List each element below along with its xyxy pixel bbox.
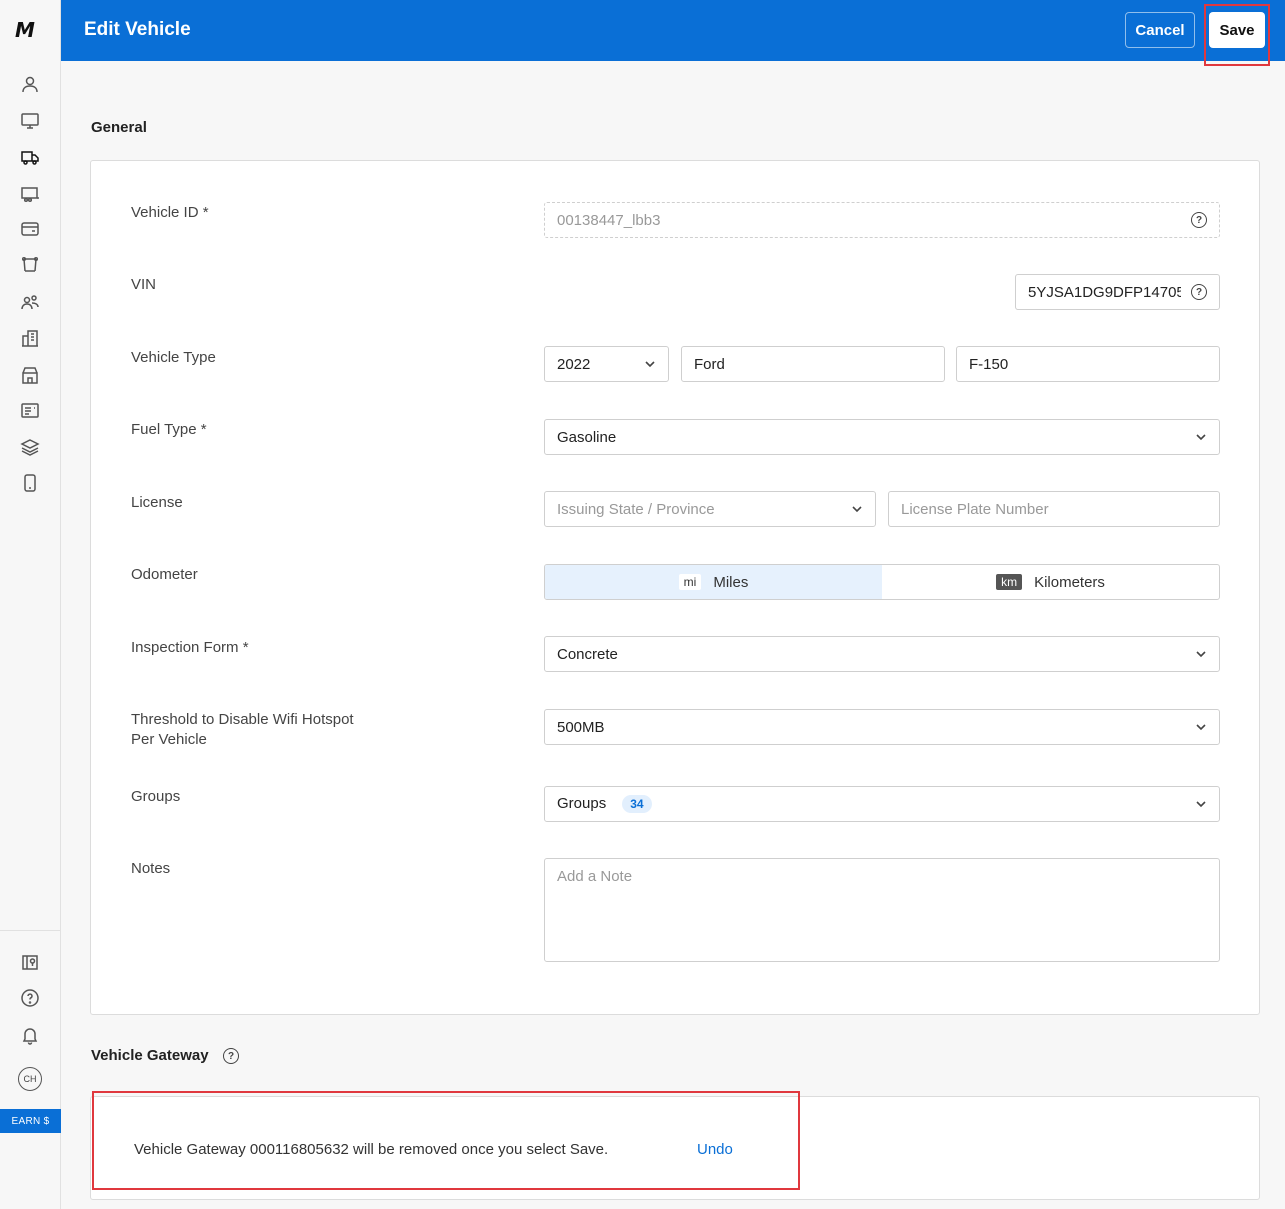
vehicle-type-label: Vehicle Type bbox=[131, 349, 216, 366]
wifi-threshold-value: 500MB bbox=[557, 718, 605, 736]
vehicle-year-select[interactable]: 2022 bbox=[544, 346, 669, 382]
vehicle-model-field[interactable]: F-150 bbox=[956, 346, 1220, 382]
groups-label: Groups bbox=[131, 788, 181, 805]
miles-option[interactable]: mi Miles bbox=[545, 565, 882, 599]
vehicle-make-value: Ford bbox=[694, 355, 725, 373]
inventory-icon[interactable] bbox=[18, 398, 42, 422]
gateway-help-icon[interactable]: ? bbox=[223, 1048, 239, 1064]
groups-select[interactable]: Groups 34 bbox=[544, 786, 1220, 822]
general-card: Vehicle ID * 00138447_lbb3 ? VIN 5YJSA1D… bbox=[90, 160, 1260, 1015]
avatar[interactable]: CH bbox=[18, 1067, 42, 1091]
app-logo[interactable]: M bbox=[15, 18, 35, 42]
layers-icon[interactable] bbox=[18, 435, 42, 459]
vehicle-year-value: 2022 bbox=[557, 355, 591, 373]
truck-icon[interactable] bbox=[18, 145, 42, 169]
vin-field[interactable]: 5YJSA1DG9DFP14705 ? bbox=[1015, 274, 1220, 310]
user-icon[interactable] bbox=[18, 72, 42, 96]
wifi-threshold-label: Threshold to Disable Wifi Hotspot Per Ve… bbox=[131, 710, 354, 750]
groups-value-wrap: Groups 34 bbox=[557, 795, 1195, 813]
notes-label: Notes bbox=[131, 860, 171, 877]
page-title: Edit Vehicle bbox=[84, 19, 191, 40]
miles-badge: mi bbox=[678, 574, 702, 590]
issuing-state-select[interactable]: Issuing State / Province bbox=[544, 491, 876, 527]
monitor-icon[interactable] bbox=[18, 109, 42, 133]
card-icon[interactable] bbox=[18, 217, 42, 241]
odometer-unit-toggle: mi Miles km Kilometers bbox=[544, 564, 1220, 600]
chevron-down-icon bbox=[1195, 431, 1207, 443]
fuel-type-label: Fuel Type * bbox=[131, 421, 207, 438]
chevron-down-icon bbox=[1195, 721, 1207, 733]
vehicle-model-value: F-150 bbox=[969, 355, 1009, 373]
earn-button[interactable]: EARN $ bbox=[0, 1109, 61, 1133]
bell-icon[interactable] bbox=[18, 1023, 42, 1047]
vehicle-id-label: Vehicle ID * bbox=[131, 204, 209, 221]
store-icon[interactable] bbox=[18, 363, 42, 387]
undo-link[interactable]: Undo bbox=[697, 1141, 733, 1158]
vehicle-id-value: 00138447_lbb3 bbox=[557, 211, 661, 229]
groups-count-badge: 34 bbox=[622, 795, 652, 813]
inspection-form-select[interactable]: Concrete bbox=[544, 636, 1220, 672]
vehicle-id-help-icon[interactable]: ? bbox=[1191, 212, 1207, 228]
vin-help-icon[interactable]: ? bbox=[1191, 284, 1207, 300]
chevron-down-icon bbox=[644, 358, 656, 370]
inspection-form-label: Inspection Form * bbox=[131, 639, 249, 656]
vin-value: 5YJSA1DG9DFP14705 bbox=[1028, 283, 1181, 301]
cancel-button[interactable]: Cancel bbox=[1125, 12, 1195, 48]
people-icon[interactable] bbox=[18, 290, 42, 314]
odometer-label: Odometer bbox=[131, 566, 198, 583]
vehicle-gateway-title: Vehicle Gateway bbox=[91, 1047, 209, 1064]
notes-textarea[interactable]: Add a Note bbox=[544, 858, 1220, 962]
route-icon[interactable] bbox=[18, 253, 42, 277]
gateway-removal-message: Vehicle Gateway 000116805632 will be rem… bbox=[134, 1141, 609, 1158]
fuel-type-select[interactable]: Gasoline bbox=[544, 419, 1220, 455]
gateway-card: Vehicle Gateway 000116805632 will be rem… bbox=[90, 1096, 1260, 1200]
general-section-title: General bbox=[91, 119, 147, 136]
chevron-down-icon bbox=[1195, 648, 1207, 660]
fuel-type-value: Gasoline bbox=[557, 428, 617, 446]
map-icon[interactable] bbox=[18, 950, 42, 974]
miles-label: Miles bbox=[713, 573, 749, 591]
vehicle-id-field: 00138447_lbb3 ? bbox=[544, 202, 1220, 238]
phone-icon[interactable] bbox=[18, 471, 42, 495]
save-button[interactable]: Save bbox=[1209, 12, 1265, 48]
license-plate-placeholder: License Plate Number bbox=[901, 500, 1049, 518]
groups-value: Groups bbox=[557, 795, 607, 812]
kilometers-label: Kilometers bbox=[1034, 573, 1105, 591]
sidebar-divider bbox=[0, 930, 61, 931]
chevron-down-icon bbox=[851, 503, 863, 515]
wifi-threshold-label-line2: Per Vehicle bbox=[131, 731, 207, 748]
km-badge: km bbox=[996, 574, 1023, 590]
license-plate-field[interactable]: License Plate Number bbox=[888, 491, 1220, 527]
issuing-state-placeholder: Issuing State / Province bbox=[557, 500, 715, 518]
inspection-form-value: Concrete bbox=[557, 645, 618, 663]
chevron-down-icon bbox=[1195, 798, 1207, 810]
wifi-threshold-select[interactable]: 500MB bbox=[544, 709, 1220, 745]
vin-label: VIN bbox=[131, 276, 157, 293]
vehicle-make-field[interactable]: Ford bbox=[681, 346, 945, 382]
trailer-icon[interactable] bbox=[18, 182, 42, 206]
license-label: License bbox=[131, 494, 183, 511]
kilometers-option[interactable]: km Kilometers bbox=[882, 565, 1219, 599]
help-icon[interactable] bbox=[18, 986, 42, 1010]
sidebar: M CH EARN $ bbox=[0, 0, 61, 1209]
building-icon[interactable] bbox=[18, 326, 42, 350]
wifi-threshold-label-line1: Threshold to Disable Wifi Hotspot bbox=[131, 711, 354, 728]
header-bar: Edit Vehicle Cancel Save bbox=[61, 0, 1285, 61]
